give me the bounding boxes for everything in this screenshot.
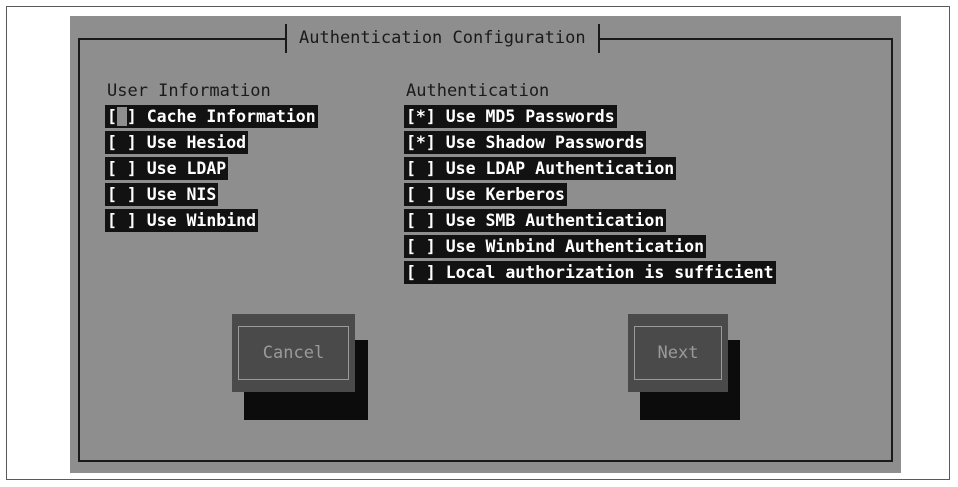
next-button-label: Next <box>634 326 722 380</box>
checkbox-use-smb-authentication[interactable]: [ ] Use SMB Authentication <box>404 209 667 232</box>
checkbox-label: Use SMB Authentication <box>445 211 665 230</box>
checkbox-local-authorization-sufficient[interactable]: [ ] Local authorization is sufficient <box>404 261 776 284</box>
dialog-title: Authentication Configuration <box>285 24 600 53</box>
checkbox-use-ldap[interactable]: [ ] Use LDAP <box>105 157 229 180</box>
checkbox-use-hesiod[interactable]: [ ] Use Hesiod <box>105 131 249 154</box>
checkbox-use-winbind[interactable]: [ ] Use Winbind <box>105 209 259 232</box>
checkbox-mark: [ ] <box>406 211 436 230</box>
cancel-button-label: Cancel <box>238 326 349 380</box>
checkbox-mark: [*] <box>406 133 436 152</box>
checkbox-use-winbind-authentication[interactable]: [ ] Use Winbind Authentication <box>404 235 707 258</box>
checkbox-mark: [ ] <box>406 237 436 256</box>
user-information-heading: User Information <box>107 81 271 101</box>
checkbox-label: Use Kerberos <box>445 185 565 204</box>
checkbox-mark-open: [ <box>107 107 117 126</box>
checkbox-use-md5-passwords[interactable]: [*] Use MD5 Passwords <box>404 105 617 128</box>
auth-config-dialog: Authentication Configuration User Inform… <box>70 16 901 473</box>
authentication-heading: Authentication <box>406 81 550 101</box>
checkbox-use-ldap-authentication[interactable]: [ ] Use LDAP Authentication <box>404 157 677 180</box>
checkbox-label: Use LDAP <box>146 159 227 178</box>
checkbox-label: Use Shadow Passwords <box>445 133 645 152</box>
checkbox-mark: [ ] <box>406 159 436 178</box>
checkbox-label: Use LDAP Authentication <box>445 159 675 178</box>
checkbox-label: Use MD5 Passwords <box>445 107 615 126</box>
checkbox-mark: [ ] <box>107 159 137 178</box>
text-cursor <box>116 107 127 126</box>
checkbox-use-kerberos[interactable]: [ ] Use Kerberos <box>404 183 567 206</box>
checkbox-label: Local authorization is sufficient <box>445 263 774 282</box>
checkbox-cache-information[interactable]: [ ] Cache Information <box>105 105 318 128</box>
checkbox-label: Use Hesiod <box>146 133 247 152</box>
checkbox-mark: [ ] <box>107 211 137 230</box>
checkbox-mark: [ ] <box>406 263 436 282</box>
checkbox-use-nis[interactable]: [ ] Use NIS <box>105 183 219 206</box>
checkbox-mark-close: ] <box>126 107 137 126</box>
next-button[interactable]: Next <box>628 314 728 392</box>
checkbox-label: Use NIS <box>146 185 217 204</box>
checkbox-label: Use Winbind <box>146 211 257 230</box>
checkbox-mark: [*] <box>406 107 436 126</box>
cancel-button[interactable]: Cancel <box>232 314 355 392</box>
checkbox-label: Use Winbind Authentication <box>445 237 705 256</box>
checkbox-mark: [ ] <box>107 185 137 204</box>
checkbox-use-shadow-passwords[interactable]: [*] Use Shadow Passwords <box>404 131 647 154</box>
checkbox-mark: [ ] <box>107 133 137 152</box>
checkbox-label: Cache Information <box>146 107 316 126</box>
checkbox-mark: [ ] <box>406 185 436 204</box>
